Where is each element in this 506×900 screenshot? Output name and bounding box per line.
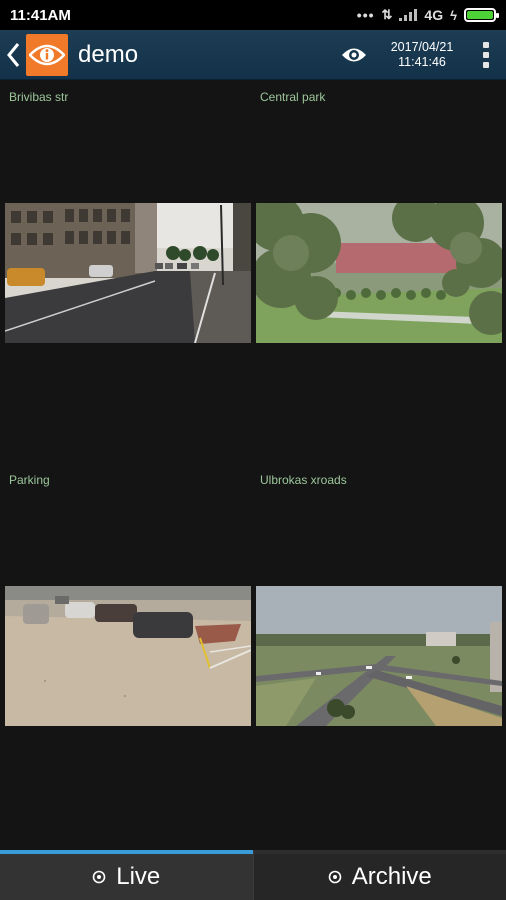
battery-icon <box>464 8 499 22</box>
camera-feed[interactable] <box>5 586 251 726</box>
camera-label: Brivibas str <box>9 90 69 104</box>
camera-tile[interactable]: Brivibas str <box>0 80 251 463</box>
status-time: 11:41AM <box>10 6 71 24</box>
tab-archive[interactable]: Archive <box>252 850 506 900</box>
more-vertical-icon <box>483 41 489 48</box>
camera-label: Parking <box>9 473 50 487</box>
tab-live-label: Live <box>116 863 161 890</box>
network-type: 4G <box>424 7 444 23</box>
live-dot-icon <box>92 870 106 884</box>
signal-strength-icon <box>399 9 418 21</box>
status-icons: ••• ⇅ 4G ϟ <box>356 7 499 23</box>
camera-label: Ulbrokas xroads <box>260 473 347 487</box>
battery-level <box>467 11 493 19</box>
camera-tile[interactable]: Parking <box>0 463 251 846</box>
camera-label: Central park <box>260 90 326 104</box>
app-header: demo 2017/04/21 11:41:46 <box>0 30 506 80</box>
camera-feed[interactable] <box>5 203 251 343</box>
charging-icon: ϟ <box>450 7 457 23</box>
camera-feed[interactable] <box>256 586 502 726</box>
camera-tile[interactable]: Ulbrokas xroads <box>251 463 502 846</box>
eye-icon <box>342 48 366 61</box>
camera-feed[interactable] <box>256 203 502 343</box>
tab-live[interactable]: Live <box>0 850 253 900</box>
current-date: 2017/04/21 <box>390 39 454 54</box>
current-datetime: 2017/04/21 11:41:46 <box>382 40 462 70</box>
chevron-left-icon <box>7 42 20 67</box>
data-transfer-icon: ⇅ <box>381 7 393 22</box>
page-title: demo <box>78 40 139 68</box>
view-mode-button[interactable] <box>334 35 374 75</box>
archive-dot-icon <box>328 870 342 884</box>
camera-grid: Brivibas str Central park Parking Ulbrok… <box>0 80 506 850</box>
bottom-tab-bar: Live Archive <box>0 850 506 900</box>
status-bar: 11:41AM ••• ⇅ 4G ϟ <box>0 0 506 30</box>
notification-dots-icon: ••• <box>356 7 375 23</box>
eye-logo-icon <box>29 44 65 65</box>
app-logo <box>26 33 68 76</box>
current-time: 11:41:46 <box>398 54 446 69</box>
tab-archive-label: Archive <box>351 863 432 890</box>
camera-tile[interactable]: Central park <box>251 80 502 463</box>
back-button[interactable] <box>0 30 26 80</box>
overflow-menu-button[interactable] <box>466 30 506 80</box>
